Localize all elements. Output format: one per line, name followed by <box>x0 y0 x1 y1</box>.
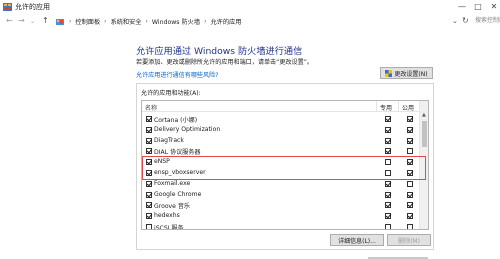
app-row[interactable]: iSCSI 服务 <box>142 222 420 230</box>
public-network-checkbox[interactable] <box>407 148 413 155</box>
risk-info-link[interactable]: 允许应用进行通信有哪些风险? <box>136 70 218 79</box>
app-enabled-checkbox[interactable] <box>146 116 152 122</box>
app-enabled-checkbox[interactable] <box>146 202 152 209</box>
up-arrow-icon[interactable]: ↑ <box>42 16 49 26</box>
breadcrumb-system-security[interactable]: 系统和安全 <box>111 17 142 26</box>
app-enabled-checkbox[interactable] <box>146 180 152 187</box>
close-button[interactable]: ✕ <box>488 1 500 12</box>
private-network-checkbox[interactable] <box>385 126 391 133</box>
app-enabled-checkbox[interactable] <box>146 191 152 198</box>
app-row[interactable]: Cortana (小娜) <box>142 114 420 125</box>
allowed-apps-label: 允许的应用和功能(A): <box>141 90 201 97</box>
app-name: hedexhs <box>154 212 180 220</box>
app-name: Google Chrome <box>154 190 202 198</box>
app-name: iSCSI 服务 <box>154 224 184 230</box>
scroll-up-arrow-icon[interactable]: ▲ <box>422 112 426 118</box>
breadcrumb-separator-icon: › <box>145 18 148 25</box>
control-panel-icon <box>56 18 64 25</box>
app-enabled-checkbox[interactable] <box>146 137 152 144</box>
public-network-checkbox[interactable] <box>407 137 413 144</box>
refresh-icon[interactable]: ↻ <box>462 16 469 25</box>
public-network-checkbox[interactable] <box>407 126 413 133</box>
private-network-checkbox[interactable] <box>385 148 391 155</box>
minimize-button[interactable]: — <box>456 1 468 12</box>
column-header-private[interactable]: 专用 <box>380 103 392 112</box>
back-arrow-icon[interactable]: ← <box>6 16 13 26</box>
app-enabled-checkbox[interactable] <box>146 126 152 133</box>
app-name: Foxmail.exe <box>154 179 191 187</box>
public-network-checkbox[interactable] <box>407 202 413 209</box>
public-network-checkbox[interactable] <box>407 116 413 122</box>
change-settings-label: 更改设置(N) <box>394 70 428 78</box>
breadcrumb-windows-firewall[interactable]: Windows 防火墙 <box>152 17 200 26</box>
private-network-checkbox[interactable] <box>385 191 391 198</box>
column-divider <box>398 101 399 112</box>
public-network-checkbox[interactable] <box>407 223 413 229</box>
public-network-checkbox[interactable] <box>407 213 413 220</box>
column-header-name[interactable]: 名称 <box>145 103 157 112</box>
breadcrumb-separator-icon: › <box>104 18 107 25</box>
private-network-checkbox[interactable] <box>385 180 391 187</box>
page-heading: 允许应用通过 Windows 防火墙进行通信 <box>136 46 303 57</box>
private-network-checkbox[interactable] <box>385 202 391 209</box>
public-network-checkbox[interactable] <box>407 191 413 198</box>
app-name: Groove 音乐 <box>154 203 191 211</box>
window-title: 允许的应用 <box>15 3 50 11</box>
private-network-checkbox[interactable] <box>385 137 391 144</box>
app-enabled-checkbox[interactable] <box>146 213 152 220</box>
delete-button[interactable]: 删除(M) <box>387 234 431 246</box>
app-name: DiagTrack <box>154 136 184 144</box>
firewall-app-icon <box>3 3 12 11</box>
scrollbar-thumb[interactable] <box>422 121 427 147</box>
app-row[interactable]: hedexhs <box>142 211 420 222</box>
app-row[interactable]: Google Chrome <box>142 190 420 201</box>
instructions-text: 若要添加、更改或删除所允许的应用和端口，请单击“更改设置”。 <box>136 59 313 66</box>
breadcrumb-allowed-apps[interactable]: 允许的应用 <box>210 17 241 26</box>
change-settings-button[interactable]: 更改设置(N) <box>380 67 433 79</box>
column-divider <box>376 101 377 112</box>
breadcrumb-separator-icon: › <box>69 18 72 25</box>
app-name: Delivery Optimization <box>154 125 221 133</box>
maximize-button[interactable]: □ <box>472 1 484 12</box>
address-breadcrumb[interactable]: › 控制面板 › 系统和安全 › Windows 防火墙 › 允许的应用 <box>56 15 360 28</box>
address-history-chevron-icon[interactable]: ⌄ <box>452 17 458 25</box>
app-row[interactable]: Groove 音乐 <box>142 200 420 211</box>
forward-arrow-icon[interactable]: → <box>18 16 25 26</box>
public-network-checkbox[interactable] <box>407 180 413 187</box>
private-network-checkbox[interactable] <box>385 223 391 229</box>
title-bar: 允许的应用 — □ ✕ <box>0 0 500 14</box>
highlight-box <box>142 156 426 180</box>
app-row[interactable]: DiagTrack <box>142 136 420 147</box>
recent-locations-chevron-icon[interactable]: ⌄ <box>30 17 35 27</box>
column-header-public[interactable]: 公用 <box>402 103 414 112</box>
app-row[interactable]: Delivery Optimization <box>142 125 420 136</box>
breadcrumb-control-panel[interactable]: 控制面板 <box>75 17 100 26</box>
app-enabled-checkbox[interactable] <box>146 148 152 155</box>
list-header: 名称 专用 公用 <box>142 101 420 112</box>
private-network-checkbox[interactable] <box>385 116 391 122</box>
search-input[interactable]: 搜索控制面板 <box>472 15 500 27</box>
breadcrumb-separator-icon: › <box>204 18 207 25</box>
details-button[interactable]: 详细信息(L)... <box>330 234 384 246</box>
app-enabled-checkbox[interactable] <box>146 223 152 229</box>
uac-shield-icon <box>385 69 393 77</box>
app-row[interactable]: Foxmail.exe <box>142 179 420 190</box>
address-bar-row: ← → ⌄ ↑ › 控制面板 › 系统和安全 › Windows 防火墙 › 允… <box>0 14 500 29</box>
app-name: Cortana (小娜) <box>154 117 198 124</box>
private-network-checkbox[interactable] <box>385 213 391 220</box>
